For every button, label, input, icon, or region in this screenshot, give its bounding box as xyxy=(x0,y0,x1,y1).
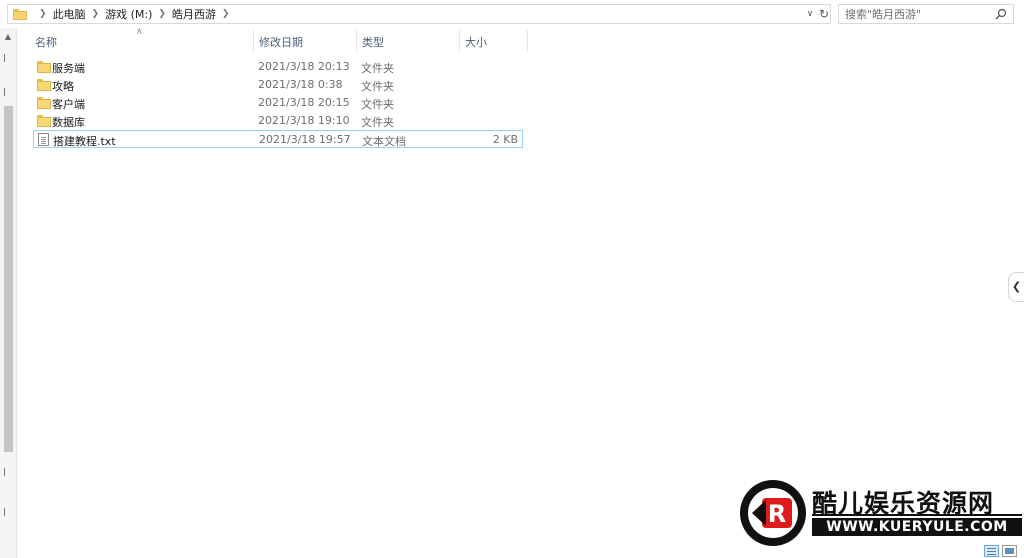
file-name: 搭建教程.txt xyxy=(53,135,116,148)
file-name: 客户端 xyxy=(52,98,85,111)
column-divider[interactable] xyxy=(459,30,460,52)
file-size: 2 KB xyxy=(492,133,518,146)
scroll-up-arrow-icon[interactable]: ▲ xyxy=(3,32,13,42)
file-row[interactable]: 服务端 2021/3/18 20:13 文件夹 xyxy=(33,58,523,76)
chevron-right-icon[interactable]: ❯ xyxy=(92,9,100,19)
nav-pane-fragment xyxy=(0,88,5,96)
folder-icon xyxy=(37,115,51,127)
chevron-right-icon[interactable]: ❯ xyxy=(39,9,47,19)
folder-icon xyxy=(37,97,51,109)
nav-scrollbar-thumb[interactable] xyxy=(4,106,13,452)
file-name: 数据库 xyxy=(52,116,85,129)
file-date: 2021/3/18 0:38 xyxy=(258,78,343,91)
file-name: 攻略 xyxy=(52,80,74,93)
watermark-logo: R xyxy=(740,480,806,546)
sort-ascending-icon: ∧ xyxy=(136,27,143,37)
folder-icon xyxy=(37,79,51,91)
search-input[interactable] xyxy=(845,7,985,21)
file-type: 文件夹 xyxy=(361,80,394,93)
file-date: 2021/3/18 20:15 xyxy=(258,96,350,109)
file-type: 文本文档 xyxy=(362,135,406,148)
refresh-icon[interactable]: ↻ xyxy=(818,6,830,22)
search-icon[interactable] xyxy=(995,8,1007,20)
breadcrumb-drive[interactable]: 游戏 (M:) xyxy=(105,6,152,22)
large-icons-view-icon[interactable] xyxy=(1002,545,1017,557)
watermark-divider xyxy=(812,514,1022,516)
file-date: 2021/3/18 19:10 xyxy=(258,114,350,127)
chevron-right-icon[interactable]: ❯ xyxy=(158,9,166,19)
file-date: 2021/3/18 20:13 xyxy=(258,60,350,73)
file-row[interactable]: 攻略 2021/3/18 0:38 文件夹 xyxy=(33,76,523,94)
file-type: 文件夹 xyxy=(361,62,394,75)
file-row[interactable]: 客户端 2021/3/18 20:15 文件夹 xyxy=(33,94,523,112)
svg-text:R: R xyxy=(768,500,786,528)
chevron-right-icon[interactable]: ❯ xyxy=(222,9,230,19)
column-divider[interactable] xyxy=(527,30,528,52)
file-name: 服务端 xyxy=(52,62,85,75)
text-file-icon xyxy=(38,133,49,146)
file-date: 2021/3/18 19:57 xyxy=(259,133,351,146)
column-header-name[interactable]: 名称 xyxy=(35,36,57,50)
column-divider[interactable] xyxy=(253,30,254,52)
file-type: 文件夹 xyxy=(361,116,394,129)
file-row-selected[interactable]: 搭建教程.txt 2021/3/18 19:57 文本文档 2 KB xyxy=(33,130,523,148)
breadcrumb-this-pc[interactable]: 此电脑 xyxy=(53,6,86,22)
details-view-icon[interactable] xyxy=(984,545,999,557)
nav-pane-fragment xyxy=(0,508,5,516)
chevron-left-icon[interactable]: ❮ xyxy=(1008,272,1024,302)
file-type: 文件夹 xyxy=(361,98,394,111)
column-header-size[interactable]: 大小 xyxy=(465,36,487,50)
column-header-date[interactable]: 修改日期 xyxy=(259,36,303,50)
search-box[interactable] xyxy=(838,4,1014,24)
column-divider[interactable] xyxy=(356,30,357,52)
file-row[interactable]: 数据库 2021/3/18 19:10 文件夹 xyxy=(33,112,523,130)
breadcrumb: ❯ 此电脑 ❯ 游戏 (M:) ❯ 皓月西游 ❯ xyxy=(8,5,235,23)
address-history-dropdown-icon[interactable]: ∨ xyxy=(804,7,816,21)
watermark-url: WWW.KUERYULE.COM xyxy=(812,518,1022,536)
breadcrumb-current-folder[interactable]: 皓月西游 xyxy=(172,6,216,22)
nav-pane-fragment xyxy=(0,468,5,476)
address-bar[interactable]: ❯ 此电脑 ❯ 游戏 (M:) ❯ 皓月西游 ❯ ∨ ↻ xyxy=(7,4,831,24)
folder-icon xyxy=(13,8,27,20)
nav-pane-fragment xyxy=(0,54,5,62)
column-header-type[interactable]: 类型 xyxy=(362,36,384,50)
folder-icon xyxy=(37,61,51,73)
